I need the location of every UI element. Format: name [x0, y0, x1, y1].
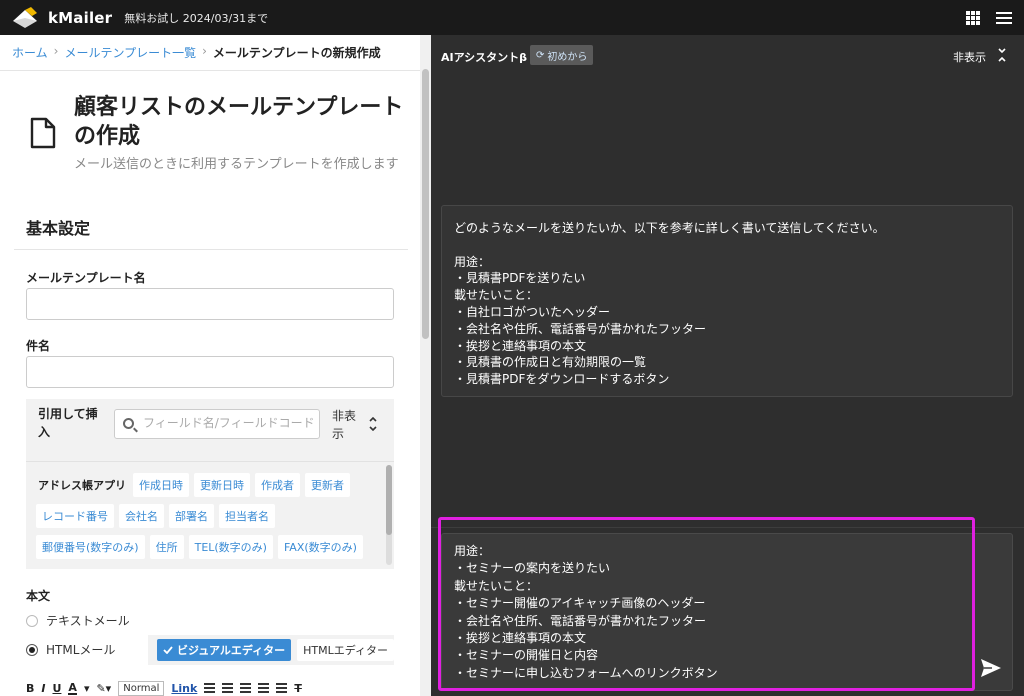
field-chip[interactable]: 更新日時	[194, 473, 250, 497]
field-chip-list: アドレス帳アプリ 作成日時 更新日時 作成者 更新者レコード番号 会社名 部署名 担当者名郵…	[36, 473, 376, 565]
editor-mode-tabs: ビジュアルエディター HTMLエディター	[148, 635, 394, 665]
divider	[0, 70, 420, 71]
field-chip[interactable]: 住所	[149, 535, 184, 559]
collapse-chevron-icon[interactable]	[368, 416, 378, 432]
app-name[interactable]: kMailer	[48, 9, 112, 27]
breadcrumb-template-list[interactable]: メールテンプレート一覧	[64, 44, 196, 61]
ai-assistant-panel: AIアシスタントβ ⟳ 初めから 非表示 どのようなメールを送りたいか、以下を参…	[431, 35, 1024, 696]
field-chip[interactable]: 部署名	[169, 504, 214, 528]
divider	[431, 527, 1024, 528]
body-label: 本文	[26, 589, 51, 603]
assistant-input[interactable]: 用途： ・セミナーの案内を送りたい 載せたいこと： ・セミナー開催のアイキャッチ…	[441, 533, 1013, 691]
align-center-icon[interactable]	[258, 683, 270, 693]
field-chip[interactable]: 更新者	[305, 473, 350, 497]
insert-hide-toggle[interactable]: 非表示	[332, 407, 360, 443]
field-chip[interactable]: 会社名	[119, 504, 164, 528]
field-chip[interactable]: 作成日時	[133, 473, 189, 497]
breadcrumb-current: メールテンプレートの新規作成	[212, 46, 381, 60]
dropdown-arrow-icon[interactable]: ▾	[84, 682, 90, 695]
radio-html-mail[interactable]: HTMLメール	[26, 641, 115, 658]
chip-group-label: アドレス帳アプリ	[38, 479, 126, 492]
document-icon	[30, 117, 56, 149]
radio-text-mail-label: テキストメール	[46, 614, 130, 628]
divider	[14, 249, 408, 250]
radio-button[interactable]	[26, 614, 38, 627]
align-left-icon[interactable]	[240, 683, 252, 693]
assistant-message: どのようなメールを送りたいか、以下を参考に詳しく書いて送信してください。 用途：…	[441, 205, 1013, 397]
field-chip[interactable]: 担当者名	[219, 504, 275, 528]
highlight-color-icon[interactable]: ✎▾	[96, 682, 111, 695]
field-insert-panel: 引用して挿入 非表示 アドレス帳アプリ 作成日時更新日時作成者更新者レコード番号…	[26, 399, 394, 569]
refresh-icon: ⟳	[536, 49, 545, 61]
font-color-button[interactable]: A	[68, 682, 77, 695]
breadcrumb-home[interactable]: ホーム	[12, 44, 48, 61]
collapse-panel-icon[interactable]	[997, 47, 1007, 63]
bold-button[interactable]: B	[26, 682, 34, 695]
field-chip[interactable]: FAX(数字のみ)	[277, 535, 363, 559]
apps-grid-icon[interactable]	[966, 10, 980, 25]
form-scrollbar[interactable]	[420, 35, 431, 696]
chip-list-scrollbar[interactable]	[386, 465, 392, 565]
tab-visual-editor[interactable]: ビジュアルエディター	[157, 639, 292, 661]
link-button[interactable]: Link	[171, 682, 197, 695]
align-right-icon[interactable]	[276, 683, 288, 693]
italic-button[interactable]: I	[41, 682, 45, 695]
trial-notice: 無料お試し 2024/03/31まで	[124, 11, 269, 25]
breadcrumb-chevron-icon: ›	[53, 44, 59, 58]
clear-format-button[interactable]: T	[294, 682, 302, 695]
tab-visual-editor-label: ビジュアルエディター	[177, 644, 286, 657]
underline-button[interactable]: U	[52, 682, 61, 695]
template-name-label: メールテンプレート名	[26, 271, 146, 285]
radio-html-mail-label: HTMLメール	[46, 643, 116, 657]
field-chip[interactable]: 作成者	[255, 473, 300, 497]
restart-button[interactable]: ⟳ 初めから	[530, 45, 594, 65]
template-form-panel: ホーム › メールテンプレート一覧 › メールテンプレートの新規作成 顧客リスト…	[0, 35, 431, 696]
field-search	[114, 409, 320, 439]
kmailer-logo-icon[interactable]	[12, 6, 38, 29]
check-icon	[163, 646, 173, 654]
assistant-title: AIアシスタントβ	[441, 51, 528, 64]
breadcrumb-chevron-icon: ›	[202, 44, 207, 58]
rich-text-toolbar: B I U A ▾ ✎▾ Normal Link T	[26, 677, 394, 696]
section-title-basic-settings: 基本設定	[26, 219, 91, 238]
field-search-input[interactable]	[143, 416, 315, 430]
template-name-input[interactable]	[26, 288, 394, 320]
page-title: 顧客リストのメールテンプレートの作成	[74, 95, 404, 149]
bullet-list-icon[interactable]	[204, 683, 216, 693]
top-bar: kMailer 無料お試し 2024/03/31まで	[0, 0, 1024, 35]
restart-button-label: 初めから	[547, 51, 588, 63]
send-icon[interactable]	[980, 658, 1002, 678]
search-icon	[123, 418, 134, 429]
subject-input[interactable]	[26, 356, 394, 388]
assistant-hide-button[interactable]: 非表示	[953, 49, 986, 65]
scrollbar-thumb[interactable]	[422, 69, 429, 339]
breadcrumb: ホーム › メールテンプレート一覧 › メールテンプレートの新規作成	[12, 44, 381, 61]
field-chip[interactable]: TEL(数字のみ)	[188, 535, 273, 559]
subject-label: 件名	[26, 339, 51, 353]
field-chip[interactable]: 郵便番号(数字のみ)	[36, 535, 145, 559]
tab-html-editor[interactable]: HTMLエディター	[297, 639, 394, 661]
radio-button-selected[interactable]	[26, 643, 38, 656]
assistant-input-text[interactable]: 用途： ・セミナーの案内を送りたい 載せたいこと： ・セミナー開催のアイキャッチ…	[454, 543, 718, 682]
page-subtitle: メール送信のときに利用するテンプレートを作成します	[74, 157, 399, 172]
hamburger-menu-icon[interactable]	[996, 11, 1012, 24]
format-select[interactable]: Normal	[118, 680, 165, 696]
field-chip[interactable]: レコード番号	[36, 504, 114, 528]
insert-label: 引用して挿入	[38, 407, 98, 439]
numbered-list-icon[interactable]	[222, 683, 234, 693]
divider	[26, 461, 394, 462]
radio-text-mail[interactable]: テキストメール	[26, 612, 130, 629]
